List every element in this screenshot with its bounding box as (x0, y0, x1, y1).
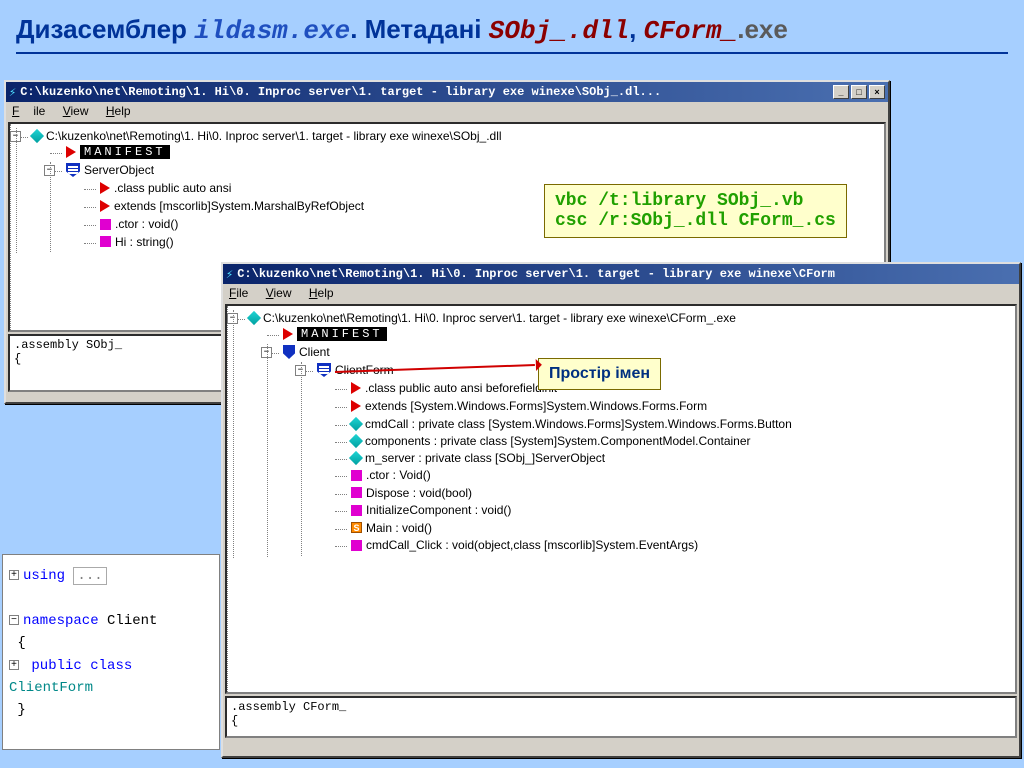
manifest-icon (283, 328, 293, 340)
tree-item[interactable]: components : private class [System]Syste… (365, 434, 751, 448)
code-panel: +using ... −namespace Client { + public … (2, 554, 220, 750)
tree-item[interactable]: cmdCall_Click : void(object,class [mscor… (366, 538, 698, 552)
field-icon (349, 451, 363, 465)
method-icon (351, 540, 362, 551)
tree-root[interactable]: C:\kuzenko\net\Remoting\1. Hi\0. Inproc … (46, 129, 502, 143)
namespace-node[interactable]: ServerObject (84, 163, 154, 177)
app-icon: ⚡ (226, 267, 233, 282)
tree-item[interactable]: extends [mscorlib]System.MarshalByRefObj… (114, 199, 364, 213)
window-title: C:\kuzenko\net\Remoting\1. Hi\0. Inproc … (237, 267, 1016, 281)
manifest-icon (66, 146, 76, 158)
assembly-icon (247, 311, 261, 325)
method-icon (100, 219, 111, 230)
tree-item[interactable]: .class public auto ansi beforefieldinit (365, 381, 557, 395)
fold-icon[interactable]: + (9, 570, 19, 580)
attr-icon (100, 200, 110, 212)
method-icon (351, 487, 362, 498)
tree-item[interactable]: extends [System.Windows.Forms]System.Win… (365, 399, 707, 413)
namespace-icon (283, 345, 295, 359)
field-icon (349, 417, 363, 431)
tree-item[interactable]: Main : void() (366, 521, 432, 535)
namespace-node[interactable]: Client (299, 345, 330, 359)
tree-item[interactable]: Hi : string() (115, 235, 174, 249)
menu-view[interactable]: View (63, 104, 89, 118)
menu-view[interactable]: View (266, 286, 292, 300)
method-icon (351, 470, 362, 481)
menu-file[interactable]: File (229, 286, 248, 300)
tree-item[interactable]: m_server : private class [SObj_]ServerOb… (365, 451, 605, 465)
callout-namespace: Простір імен (538, 358, 661, 390)
max-button[interactable]: □ (851, 85, 867, 99)
manifest-node[interactable]: MANIFEST (80, 145, 170, 159)
close-button[interactable]: × (869, 85, 885, 99)
manifest-node[interactable]: MANIFEST (297, 327, 387, 341)
callout-compile-commands: vbc /t:library SObj_.vb csc /r:SObj_.dll… (544, 184, 847, 238)
fold-icon[interactable]: + (9, 660, 19, 670)
min-button[interactable]: _ (833, 85, 849, 99)
menubar: File View Help (223, 284, 1019, 302)
fold-icon[interactable]: − (9, 615, 19, 625)
slide-title: Дизасемблер ildasm.exe. Метадані SObj_.d… (16, 14, 1008, 54)
entry-icon (351, 522, 362, 533)
ildasm-window-cform: ⚡ C:\kuzenko\net\Remoting\1. Hi\0. Inpro… (221, 262, 1021, 758)
tree-item[interactable]: .class public auto ansi (114, 181, 231, 195)
app-icon: ⚡ (9, 85, 16, 100)
method-icon (100, 236, 111, 247)
class-icon (66, 163, 80, 177)
tree-item[interactable]: InitializeComponent : void() (366, 503, 511, 517)
attr-icon (351, 382, 361, 394)
attr-icon (100, 182, 110, 194)
method-icon (351, 505, 362, 516)
class-icon (317, 363, 331, 377)
menu-help[interactable]: Help (309, 286, 334, 300)
assembly-icon (30, 129, 44, 143)
tree-root[interactable]: C:\kuzenko\net\Remoting\1. Hi\0. Inproc … (263, 311, 736, 325)
titlebar[interactable]: ⚡ C:\kuzenko\net\Remoting\1. Hi\0. Inpro… (223, 264, 1019, 284)
tree-item[interactable]: .ctor : void() (115, 217, 178, 231)
menubar: File View Help (6, 102, 888, 120)
assembly-pane: .assembly CForm_ { (225, 696, 1017, 738)
tree-item[interactable]: cmdCall : private class [System.Windows.… (365, 417, 792, 431)
tree-item[interactable]: Dispose : void(bool) (366, 486, 472, 500)
field-icon (349, 434, 363, 448)
titlebar[interactable]: ⚡ C:\kuzenko\net\Remoting\1. Hi\0. Inpro… (6, 82, 888, 102)
tree-item[interactable]: .ctor : Void() (366, 468, 431, 482)
menu-help[interactable]: Help (106, 104, 131, 118)
menu-file[interactable]: File (12, 104, 45, 118)
window-title: C:\kuzenko\net\Remoting\1. Hi\0. Inproc … (20, 85, 833, 99)
attr-icon (351, 400, 361, 412)
